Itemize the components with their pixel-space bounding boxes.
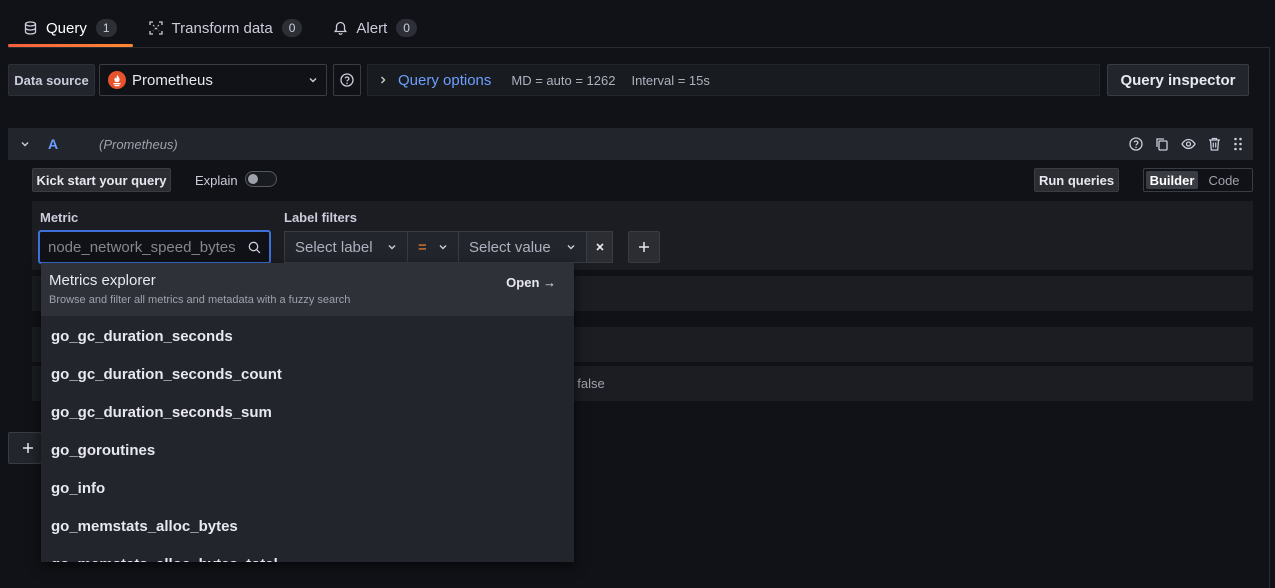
question-circle-icon [340,73,354,87]
datasource-help-button[interactable] [333,64,361,96]
query-options-interval: Interval = 15s [631,72,710,88]
metrics-explorer-description: Browse and filter all metrics and metada… [49,294,351,306]
datasource-selected: Prometheus [132,71,213,89]
metric-option[interactable]: go_goroutines [41,432,574,470]
options-row-text: : false [570,376,605,391]
chevron-down-icon [308,75,318,85]
query-row-actions [1129,128,1243,160]
metric-option[interactable]: go_memstats_alloc_bytes [41,508,574,546]
metric-search-input[interactable] [48,238,248,256]
chevron-down-icon [387,242,397,252]
tab-query[interactable]: Query 1 [8,10,133,47]
bell-icon [334,21,348,35]
tab-transform-count: 0 [281,19,303,37]
explain-toggle[interactable] [245,171,277,187]
toggle-knob [248,174,258,184]
kick-start-button[interactable]: Kick start your query [32,168,171,192]
prometheus-logo-icon [108,71,126,89]
transform-icon [148,21,163,35]
database-icon [24,21,37,35]
chevron-down-icon [566,242,576,252]
eye-icon[interactable] [1181,137,1196,151]
mode-builder[interactable]: Builder [1146,171,1198,189]
plus-icon [638,241,650,253]
question-circle-icon[interactable] [1129,137,1143,151]
query-row-header: A (Prometheus) [8,128,1253,160]
tab-transform-data[interactable]: Transform data 0 [133,10,319,46]
metric-option[interactable]: go_gc_duration_seconds_sum [41,394,574,432]
trash-icon[interactable] [1208,137,1221,151]
metrics-explorer-open-button[interactable]: Open → [506,275,556,290]
tab-alert[interactable]: Alert 0 [318,10,433,46]
select-label-placeholder: Select label [295,238,373,256]
tab-alert-count: 0 [396,19,417,37]
select-value-dropdown[interactable]: Select value [458,231,587,263]
panel-border [1269,47,1270,588]
operator-dropdown[interactable]: = [407,231,459,263]
metrics-explorer-title: Metrics explorer [49,272,156,289]
metrics-explorer-option[interactable]: Metrics explorer Browse and filter all m… [41,263,574,316]
chevron-right-icon [378,75,388,85]
select-label-dropdown[interactable]: Select label [284,231,408,263]
run-queries-button[interactable]: Run queries [1034,168,1119,192]
metric-options-dropdown: Metrics explorer Browse and filter all m… [41,263,574,562]
collapse-chevron-icon[interactable] [20,139,30,149]
query-options-bar[interactable]: Query options MD = auto = 1262 Interval … [367,64,1100,96]
query-options-title: Query options [398,71,492,89]
metric-select[interactable] [38,230,271,264]
tabs-divider [8,47,1269,48]
operator-value: = [418,238,427,256]
explain-label: Explain [195,173,238,188]
plus-icon [22,442,34,454]
datasource-picker[interactable]: Prometheus [99,64,327,96]
copy-icon[interactable] [1155,137,1169,151]
query-datasource-name: (Prometheus) [99,136,178,152]
search-icon [248,241,261,254]
select-value-placeholder: Select value [469,238,551,256]
editor-tabs: Query 1 Transform data 0 Alert 0 [8,10,433,47]
query-ref-id[interactable]: A [48,136,99,152]
datasource-label: Data source [8,64,95,96]
mode-code[interactable]: Code [1198,171,1250,189]
remove-filter-button[interactable] [586,231,613,263]
tab-query-label: Query [46,19,87,37]
tab-transform-label: Transform data [171,19,273,37]
editor-mode-switch: Builder Code [1143,168,1253,192]
metric-option[interactable]: go_gc_duration_seconds [41,318,574,356]
label-filters-label: Label filters [284,210,357,225]
metric-option-list: go_gc_duration_seconds go_gc_duration_se… [41,316,574,562]
metric-label: Metric [40,210,79,225]
query-options-md: MD = auto = 1262 [511,72,616,88]
chevron-down-icon [438,242,448,252]
metric-option[interactable]: go_memstats_alloc_bytes_total [41,546,574,562]
metric-option[interactable]: go_info [41,470,574,508]
add-filter-button[interactable] [628,231,660,263]
metric-option[interactable]: go_gc_duration_seconds_count [41,356,574,394]
close-icon [595,242,605,252]
tab-alert-label: Alert [356,19,388,37]
tab-query-count: 1 [95,19,117,37]
query-inspector-button[interactable]: Query inspector [1107,64,1249,96]
drag-handle-icon[interactable] [1233,137,1243,151]
